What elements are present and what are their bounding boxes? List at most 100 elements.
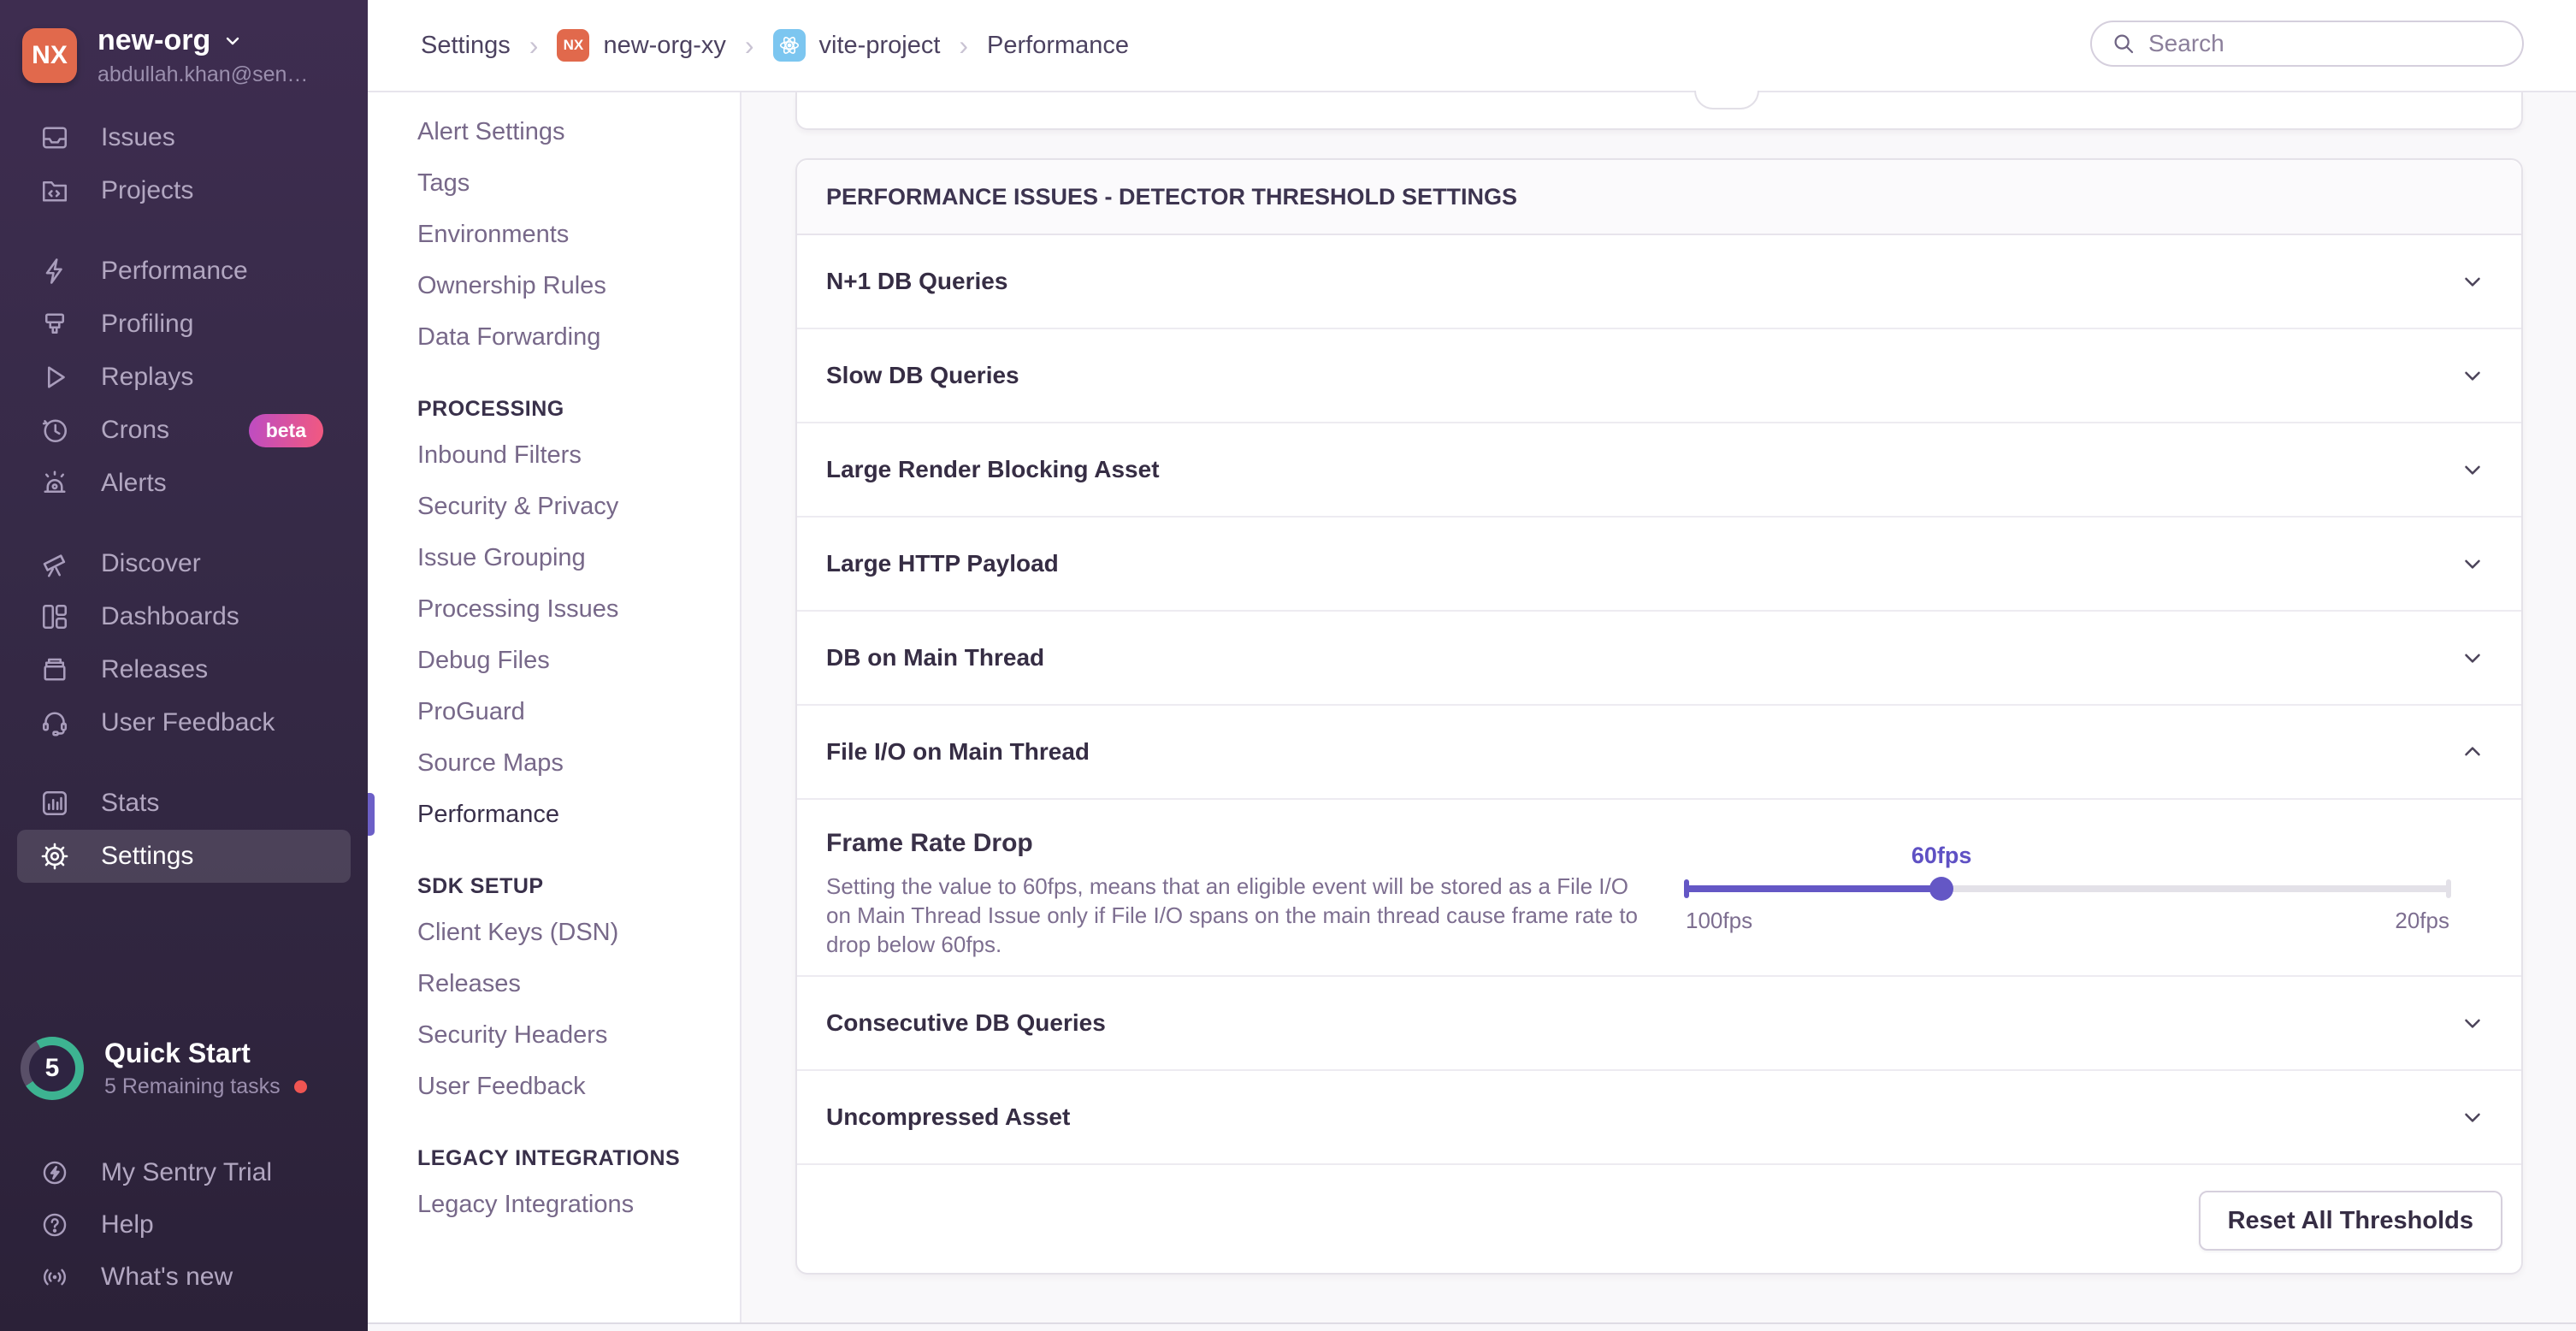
sidebar-item-whats-new[interactable]: What's new [0, 1251, 368, 1303]
threshold-row-large-render-blocking-asset[interactable]: Large Render Blocking Asset [797, 423, 2521, 518]
threshold-row-uncompressed-asset[interactable]: Uncompressed Asset [797, 1071, 2521, 1165]
settings-nav-source-maps[interactable]: Source Maps [368, 737, 740, 789]
slider-value-label: 60fps [1911, 843, 1972, 869]
settings-nav-debug-files[interactable]: Debug Files [368, 635, 740, 686]
breadcrumb-settings[interactable]: Settings [421, 32, 511, 60]
settings-nav-tags[interactable]: Tags [368, 157, 740, 209]
sidebar-item-discover[interactable]: Discover [0, 537, 368, 590]
sidebar-item-help[interactable]: Help [0, 1198, 368, 1251]
row-label: Slow DB Queries [826, 362, 1019, 389]
chevron-right-icon: › [745, 30, 754, 62]
sidebar-item-releases[interactable]: Releases [0, 643, 368, 696]
sidebar-item-settings[interactable]: Settings [17, 830, 351, 883]
sidebar-footer: My Sentry Trial Help What's new [0, 1146, 368, 1303]
org-badge: NX [557, 29, 589, 62]
projects-icon [39, 175, 70, 206]
quick-start-title: Quick Start [104, 1038, 307, 1069]
settings-nav-processing-issues[interactable]: Processing Issues [368, 583, 740, 635]
threshold-row-n-plus-one-db-queries[interactable]: N+1 DB Queries [797, 235, 2521, 329]
threshold-row-slow-db-queries[interactable]: Slow DB Queries [797, 329, 2521, 423]
settings-nav-environments[interactable]: Environments [368, 209, 740, 260]
sidebar-item-dashboards[interactable]: Dashboards [0, 590, 368, 643]
threshold-row-db-on-main-thread[interactable]: DB on Main Thread [797, 612, 2521, 706]
sidebar-item-label: My Sentry Trial [101, 1158, 272, 1187]
sidebar-item-profiling[interactable]: Profiling [0, 298, 368, 351]
breadcrumb-org-label: new-org-xy [603, 32, 725, 60]
chevron-down-icon [2460, 1010, 2485, 1036]
row-label: Consecutive DB Queries [826, 1009, 1106, 1037]
chevron-right-icon: › [959, 30, 968, 62]
performance-icon [39, 256, 70, 287]
chevron-down-icon [2460, 269, 2485, 294]
search-input[interactable] [2148, 30, 2503, 57]
panel-header: PERFORMANCE ISSUES - DETECTOR THRESHOLD … [797, 160, 2521, 235]
org-email: abdullah.khan@sen… [97, 62, 308, 87]
org-switcher[interactable]: NX new-org abdullah.khan@sen… [22, 24, 308, 87]
slider-fill [1686, 885, 1941, 892]
sidebar-item-issues[interactable]: Issues [0, 111, 368, 164]
sidebar-item-label: Releases [101, 655, 208, 684]
slider-thumb[interactable] [1929, 877, 1953, 901]
breadcrumb-org[interactable]: NX new-org-xy [557, 29, 725, 62]
settings-nav: Alert Settings Tags Environments Ownersh… [368, 92, 741, 1322]
alerts-icon [39, 468, 70, 499]
settings-nav-security-privacy[interactable]: Security & Privacy [368, 481, 740, 532]
releases-icon [39, 654, 70, 685]
slider-track[interactable] [1686, 885, 2449, 892]
settings-nav-legacy-integrations[interactable]: Legacy Integrations [368, 1179, 740, 1230]
slider-max-label: 20fps [2395, 908, 2449, 934]
sidebar-item-projects[interactable]: Projects [0, 164, 368, 217]
next-panel-edge [368, 1322, 2576, 1331]
sidebar-item-label: What's new [101, 1263, 233, 1292]
chevron-down-icon [2460, 457, 2485, 482]
sidebar-item-label: Performance [101, 257, 248, 286]
settings-nav-performance[interactable]: Performance [368, 789, 740, 840]
sidebar-item-trial[interactable]: My Sentry Trial [0, 1146, 368, 1198]
settings-nav-header-processing: PROCESSING [368, 392, 740, 426]
sidebar-item-crons[interactable]: Crons beta [0, 404, 368, 457]
settings-nav-security-headers[interactable]: Security Headers [368, 1009, 740, 1061]
main-content: PERFORMANCE ISSUES - DETECTOR THRESHOLD … [741, 92, 2576, 1331]
sidebar-item-label: Help [101, 1210, 154, 1239]
threshold-row-file-io-on-main-thread[interactable]: File I/O on Main Thread [797, 706, 2521, 800]
lightning-circle-icon [39, 1157, 70, 1188]
frame-rate-slider: 60fps 100fps 20fps [1686, 825, 2449, 954]
chevron-down-icon [2460, 363, 2485, 388]
settings-nav-data-forwarding[interactable]: Data Forwarding [368, 311, 740, 363]
chevron-down-icon [2460, 551, 2485, 577]
breadcrumb-project[interactable]: vite-project [773, 29, 941, 62]
quick-start[interactable]: 5 Quick Start 5 Remaining tasks [21, 1037, 307, 1100]
settings-nav-inbound-filters[interactable]: Inbound Filters [368, 429, 740, 481]
sidebar-nav: Issues Projects Performance Profiling Re… [0, 111, 368, 883]
sidebar-item-stats[interactable]: Stats [0, 777, 368, 830]
settings-nav-client-keys[interactable]: Client Keys (DSN) [368, 907, 740, 958]
settings-nav-issue-grouping[interactable]: Issue Grouping [368, 532, 740, 583]
row-label: Large Render Blocking Asset [826, 456, 1160, 483]
sidebar-item-user-feedback[interactable]: User Feedback [0, 696, 368, 749]
settings-nav-header-legacy: LEGACY INTEGRATIONS [368, 1141, 740, 1175]
sidebar-item-replays[interactable]: Replays [0, 351, 368, 404]
chevron-down-icon [2460, 645, 2485, 671]
dashboards-icon [39, 601, 70, 632]
sidebar-item-alerts[interactable]: Alerts [0, 457, 368, 510]
settings-nav-proguard[interactable]: ProGuard [368, 686, 740, 737]
chevron-down-icon [2460, 1104, 2485, 1130]
settings-nav-releases[interactable]: Releases [368, 958, 740, 1009]
reset-all-thresholds-button[interactable]: Reset All Thresholds [2199, 1191, 2502, 1251]
settings-nav-header-sdk-setup: SDK SETUP [368, 869, 740, 903]
help-icon [39, 1210, 70, 1240]
alert-dot [294, 1080, 307, 1093]
threshold-row-large-http-payload[interactable]: Large HTTP Payload [797, 518, 2521, 612]
sidebar-item-label: Stats [101, 789, 159, 818]
threshold-settings-panel: PERFORMANCE ISSUES - DETECTOR THRESHOLD … [795, 158, 2523, 1275]
settings-nav-user-feedback[interactable]: User Feedback [368, 1061, 740, 1112]
threshold-row-consecutive-db-queries[interactable]: Consecutive DB Queries [797, 977, 2521, 1071]
sidebar-item-label: Dashboards [101, 602, 239, 631]
search-icon [2111, 31, 2136, 56]
settings-nav-alert-settings[interactable]: Alert Settings [368, 106, 740, 157]
panel-footer: Reset All Thresholds [797, 1165, 2521, 1276]
frame-rate-drop-section: Frame Rate Drop Setting the value to 60f… [797, 800, 2521, 977]
settings-nav-ownership-rules[interactable]: Ownership Rules [368, 260, 740, 311]
sidebar-item-performance[interactable]: Performance [0, 245, 368, 298]
org-name: new-org [97, 24, 210, 57]
